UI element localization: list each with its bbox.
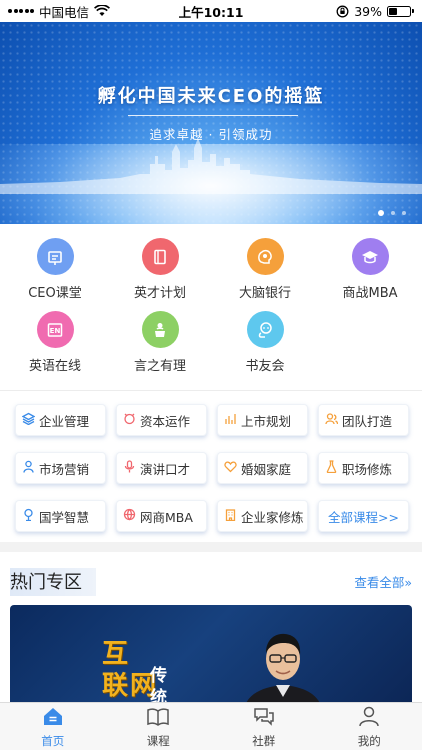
banner-title: 孵化中国未来CEO的摇篮 xyxy=(97,86,325,107)
course-category-button[interactable]: 上市规划 xyxy=(217,404,308,436)
microphone-icon xyxy=(123,460,136,476)
banner-divider xyxy=(128,115,298,116)
pager-dot[interactable] xyxy=(378,210,384,216)
feature-label: 言之有理 xyxy=(133,359,186,374)
open-book-icon xyxy=(146,705,170,731)
chat-bubbles-icon xyxy=(252,705,276,731)
clock: 上午10:11 xyxy=(178,4,244,20)
feature-item[interactable]: 言之有理 xyxy=(110,311,210,384)
status-right: 39% xyxy=(336,4,414,19)
brain-icon xyxy=(246,238,284,275)
course-category-button[interactable]: 国学智慧 xyxy=(15,500,106,532)
hot-section-header: 热门专区 查看全部» xyxy=(0,566,422,596)
tab-home[interactable]: 首页 xyxy=(0,703,106,750)
course-category-label: 演讲口才 xyxy=(140,461,191,477)
globe-icon xyxy=(123,508,136,524)
course-category-button[interactable]: 企业家修炼 xyxy=(217,500,308,532)
user-icon xyxy=(357,705,381,731)
team-icon xyxy=(325,412,339,428)
feature-label: 英语在线 xyxy=(28,359,81,374)
pager-dot[interactable] xyxy=(391,211,395,215)
hot-section-title: 热门专区 xyxy=(10,568,96,596)
graduation-cap-icon xyxy=(351,238,389,275)
classroom-icon xyxy=(36,238,74,275)
tab-label: 社群 xyxy=(252,733,276,748)
orientation-lock-icon xyxy=(336,5,349,17)
section-separator xyxy=(0,542,422,552)
course-category-label: 婚姻家庭 xyxy=(241,461,292,477)
signal-icon xyxy=(8,9,34,13)
hot-course-card[interactable]: 互 联网 传 统 xyxy=(10,605,412,705)
status-left: 中国电信 xyxy=(8,2,111,21)
flask-icon xyxy=(325,460,338,476)
course-category-button[interactable]: 网商MBA xyxy=(116,500,207,532)
presenter-photo xyxy=(245,633,321,705)
tab-user[interactable]: 我的 xyxy=(317,703,422,750)
course-category-label: 上市规划 xyxy=(241,413,292,429)
feature-item[interactable]: 书友会 xyxy=(215,311,315,384)
bar-chart-icon xyxy=(224,412,237,428)
book-icon xyxy=(141,238,179,275)
course-category-button[interactable]: 资本运作 xyxy=(116,404,207,436)
speaker-podium-icon xyxy=(141,311,179,348)
banner-subtitle: 追求卓越 · 引领成功 xyxy=(149,127,273,142)
english-en-icon: EN xyxy=(36,311,74,348)
tab-open-book[interactable]: 课程 xyxy=(106,703,212,750)
app-screen: 中国电信 上午10:11 39% 孵化中国未来CEO的摇篮 追求卓越 · 引领成… xyxy=(0,0,422,750)
feature-item[interactable]: EN 英语在线 xyxy=(5,311,105,384)
battery-icon xyxy=(387,5,414,17)
view-all-link[interactable]: 查看全部» xyxy=(354,572,412,591)
course-category-grid: 企业管理 资本运作 上市规划 团队打造市场营销 演讲口才 婚姻家庭 职场修炼国学智慧 网商MB… xyxy=(15,404,409,532)
course-category-label: 资本运作 xyxy=(140,413,191,429)
person-icon xyxy=(22,460,35,476)
feature-item[interactable]: CEO课堂 xyxy=(5,238,105,311)
tab-label: 课程 xyxy=(146,733,170,748)
city-skyline-image xyxy=(0,138,422,194)
carrier-label: 中国电信 xyxy=(39,4,90,20)
layers-icon xyxy=(21,412,36,428)
course-category-label: 企业家修炼 xyxy=(241,509,304,525)
course-category-label: 团队打造 xyxy=(342,413,393,429)
wifi-icon xyxy=(94,5,111,16)
tab-chat-bubbles[interactable]: 社群 xyxy=(211,703,317,750)
home-icon xyxy=(41,705,65,731)
feature-label: 大脑银行 xyxy=(238,286,291,301)
course-category-label: 国学智慧 xyxy=(39,509,90,525)
svg-text:EN: EN xyxy=(50,327,61,335)
feature-label: 书友会 xyxy=(245,359,285,374)
all-courses-button[interactable]: 全部课程>> xyxy=(318,500,409,532)
course-category-button[interactable]: 企业管理 xyxy=(15,404,106,436)
bottom-tab-bar: 首页 课程 社群 我的 xyxy=(0,702,422,750)
battery-percent: 39% xyxy=(354,3,382,19)
divider xyxy=(0,390,422,391)
building-icon xyxy=(224,508,237,524)
pager-dot[interactable] xyxy=(402,211,406,215)
course-category-label: 网商MBA xyxy=(140,509,193,525)
hero-banner[interactable]: 孵化中国未来CEO的摇篮 追求卓越 · 引领成功 xyxy=(0,22,422,224)
feature-label: 英才计划 xyxy=(133,286,186,301)
feature-grid: CEO课堂 英才计划 大脑银行 商战MBA EN 英语在线 言之有理 书友会 xyxy=(0,238,422,384)
tree-icon xyxy=(22,508,35,524)
course-category-button[interactable]: 市场营销 xyxy=(15,452,106,484)
feature-label: 商战MBA xyxy=(342,286,398,301)
tab-label: 我的 xyxy=(357,733,381,748)
tab-label: 首页 xyxy=(41,733,65,748)
course-category-button[interactable]: 演讲口才 xyxy=(116,452,207,484)
capital-icon xyxy=(123,412,136,428)
feature-item[interactable]: 英才计划 xyxy=(110,238,210,311)
course-category-label: 市场营销 xyxy=(39,461,90,477)
course-category-button[interactable]: 职场修炼 xyxy=(318,452,409,484)
feature-item[interactable]: 商战MBA xyxy=(320,238,420,311)
course-category-label: 职场修炼 xyxy=(342,461,393,477)
feature-label: CEO课堂 xyxy=(28,286,82,301)
course-category-button[interactable]: 婚姻家庭 xyxy=(217,452,308,484)
heart-icon xyxy=(224,460,237,476)
course-category-button[interactable]: 团队打造 xyxy=(318,404,409,436)
carousel-pager[interactable] xyxy=(378,210,406,216)
feature-item[interactable]: 大脑银行 xyxy=(215,238,315,311)
people-chat-icon xyxy=(246,311,284,348)
status-bar: 中国电信 上午10:11 39% xyxy=(0,0,422,22)
course-category-label: 企业管理 xyxy=(39,413,90,429)
